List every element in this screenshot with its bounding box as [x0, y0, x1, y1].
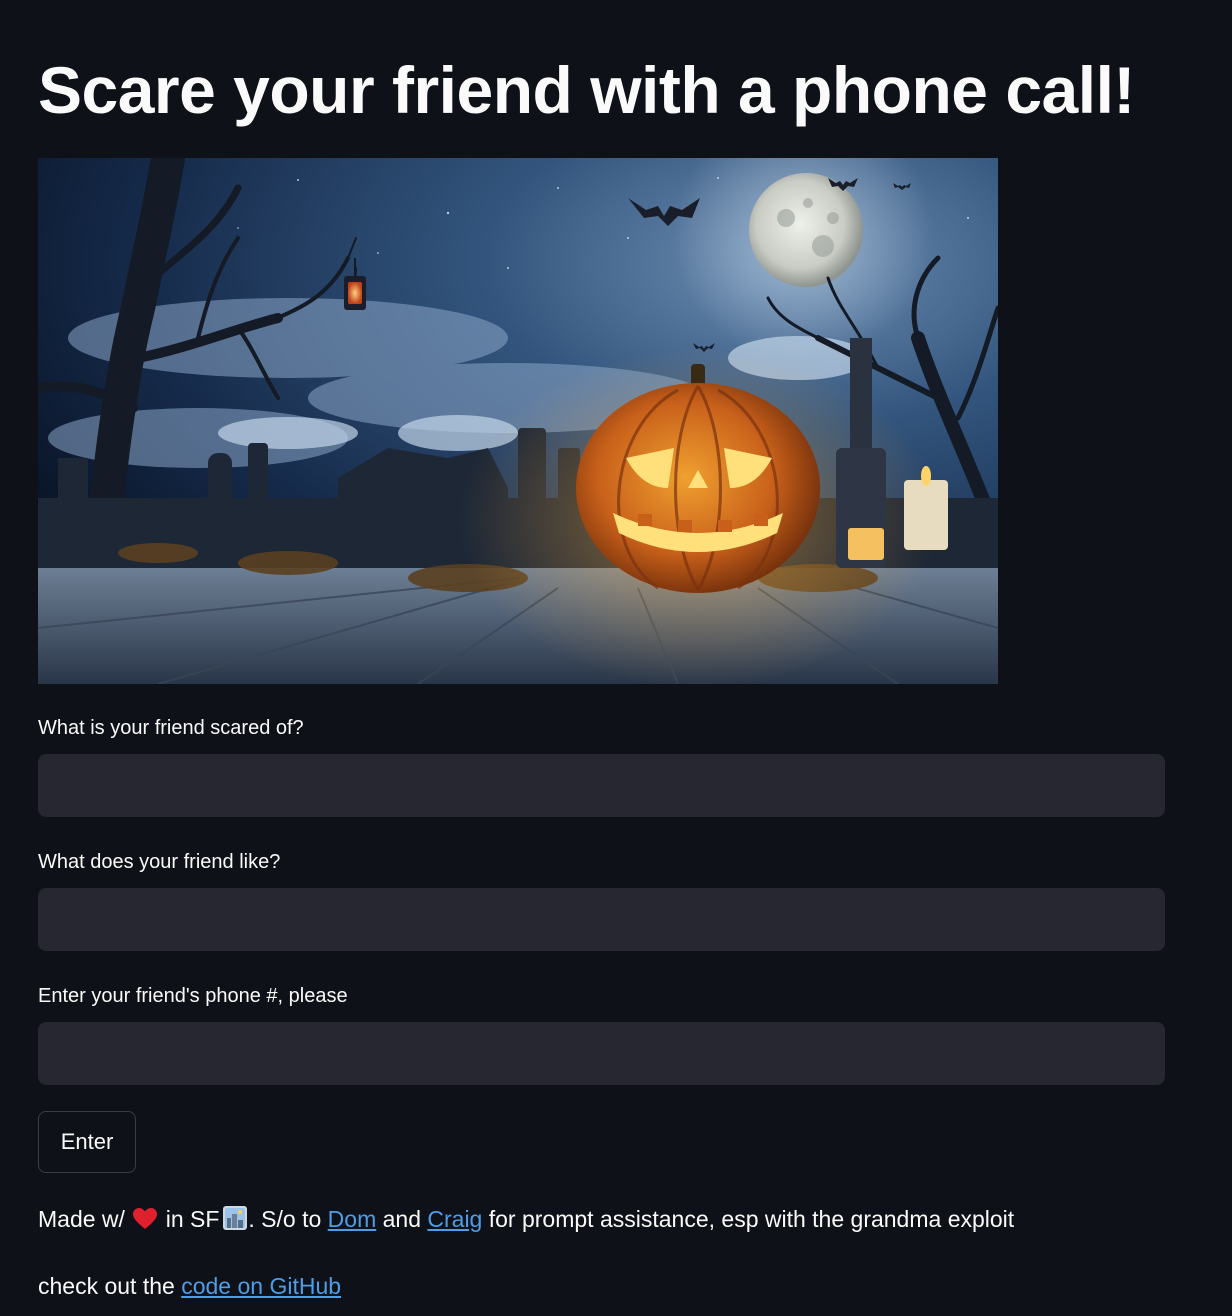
and-text: and: [382, 1206, 421, 1232]
craig-link[interactable]: Craig: [427, 1206, 482, 1232]
enter-button[interactable]: Enter: [38, 1111, 136, 1173]
made-prefix: Made w/: [38, 1206, 125, 1232]
made-in-text: in SF: [165, 1206, 220, 1232]
dom-link[interactable]: Dom: [328, 1206, 377, 1232]
app-page: Scare your friend with a phone call! Wha…: [0, 0, 1232, 1316]
likes-field-label: What does your friend like?: [38, 851, 281, 873]
shoutout-suffix: for prompt assistance, esp with the gran…: [488, 1206, 1015, 1232]
fears-field-label: What is your friend scared of?: [38, 717, 304, 739]
phone-input[interactable]: [38, 1022, 1165, 1085]
github-link[interactable]: code on GitHub: [181, 1273, 341, 1299]
red-heart-icon: [133, 1206, 158, 1229]
cityscape-icon: [223, 1206, 248, 1230]
page-title: Scare your friend with a phone call!: [38, 53, 1135, 127]
fears-input[interactable]: [38, 754, 1165, 817]
shoutout-prefix: . S/o to: [248, 1206, 322, 1232]
github-prefix: check out the: [38, 1273, 175, 1299]
credits-line: Made w/ in SF . S/o to Dom and Craig for…: [38, 1203, 1014, 1235]
likes-input[interactable]: [38, 888, 1165, 951]
halloween-hero-image: [38, 158, 998, 684]
github-line: check out the code on GitHub: [38, 1270, 341, 1302]
phone-field-label: Enter your friend's phone #, please: [38, 985, 348, 1007]
